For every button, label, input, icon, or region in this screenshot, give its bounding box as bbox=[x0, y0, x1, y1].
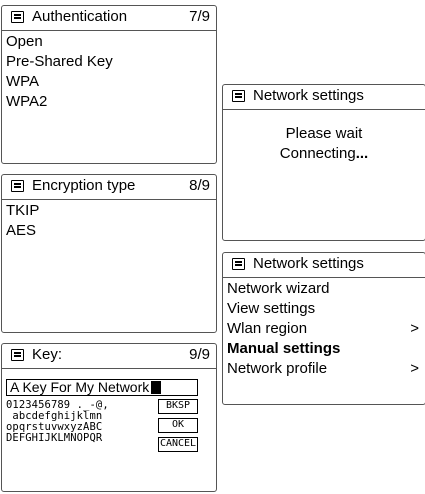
progress-dots: ... bbox=[355, 145, 369, 162]
encryption-type-screen: Encryption type 8/9 TKIP AES bbox=[1, 174, 217, 333]
key-entry-screen: Key: 9/9 A Key For My Network 0123456789… bbox=[1, 343, 217, 492]
item-counter: 7/9 bbox=[189, 8, 210, 25]
backspace-button[interactable]: BKSP bbox=[158, 399, 198, 414]
screen-title: Authentication bbox=[32, 8, 128, 25]
menu-item-view-settings[interactable]: View settings bbox=[227, 299, 421, 319]
menu-icon bbox=[11, 349, 24, 361]
menu-item-wlan-region[interactable]: Wlan region > bbox=[227, 319, 421, 339]
connecting-line: Connecting... bbox=[223, 144, 425, 164]
menu-item-network-wizard[interactable]: Network wizard bbox=[227, 279, 421, 299]
menu-item-open[interactable]: Open bbox=[6, 32, 212, 52]
connecting-text: Connecting bbox=[279, 145, 356, 162]
menu-item-wpa2[interactable]: WPA2 bbox=[6, 92, 212, 112]
menu-item-label: Network profile bbox=[227, 360, 328, 377]
network-settings-screen: Network settings Network wizard View set… bbox=[222, 252, 425, 405]
chevron-right-icon: > bbox=[410, 320, 419, 337]
menu-item-pre-shared-key[interactable]: Pre-Shared Key bbox=[6, 52, 212, 72]
menu-item-label: Manual settings bbox=[227, 340, 341, 357]
screen-title: Network settings bbox=[253, 87, 364, 104]
screen-title: Key: bbox=[32, 346, 63, 363]
menu-icon bbox=[11, 11, 24, 23]
character-grid[interactable]: 0123456789 ._-@, abcdefghijklmn opqrstuvw… bbox=[6, 400, 109, 444]
item-counter: 9/9 bbox=[189, 346, 210, 363]
char-row[interactable]: DEFGHIJKLMNOPQR bbox=[6, 433, 109, 444]
menu-item-manual-settings[interactable]: Manual settings bbox=[227, 339, 421, 359]
menu-list: Network wizard View settings Wlan region… bbox=[227, 279, 421, 379]
authentication-screen: Authentication 7/9 Open Pre-Shared Key W… bbox=[1, 5, 217, 164]
screen-header: Network settings bbox=[223, 85, 425, 110]
screen-header: Network settings bbox=[223, 253, 425, 278]
connecting-screen: Network settings Please wait Connecting.… bbox=[222, 84, 425, 241]
menu-item-aes[interactable]: AES bbox=[6, 221, 212, 241]
menu-item-wpa[interactable]: WPA bbox=[6, 72, 212, 92]
key-input[interactable]: A Key For My Network bbox=[6, 379, 198, 396]
menu-list: TKIP AES bbox=[6, 201, 212, 241]
chevron-right-icon: > bbox=[410, 360, 419, 377]
menu-item-tkip[interactable]: TKIP bbox=[6, 201, 212, 221]
menu-item-label: Wlan region bbox=[227, 320, 308, 337]
status-message: Please wait Connecting... bbox=[223, 124, 425, 164]
menu-icon bbox=[11, 180, 24, 192]
screen-title: Encryption type bbox=[32, 177, 136, 194]
menu-icon bbox=[232, 90, 245, 102]
please-wait-text: Please wait bbox=[285, 125, 363, 142]
menu-item-network-profile[interactable]: Network profile > bbox=[227, 359, 421, 379]
menu-list: Open Pre-Shared Key WPA WPA2 bbox=[6, 32, 212, 112]
screen-header: Key: 9/9 bbox=[2, 344, 216, 369]
key-value: A Key For My Network bbox=[10, 379, 150, 395]
screen-header: Encryption type 8/9 bbox=[2, 175, 216, 200]
menu-icon bbox=[232, 258, 245, 270]
ok-button[interactable]: OK bbox=[158, 418, 198, 433]
screen-header: Authentication 7/9 bbox=[2, 6, 216, 31]
cancel-button[interactable]: CANCEL bbox=[158, 437, 198, 452]
screen-title: Network settings bbox=[253, 255, 364, 272]
menu-item-label: View settings bbox=[227, 300, 316, 317]
menu-item-label: Network wizard bbox=[227, 280, 330, 297]
item-counter: 8/9 bbox=[189, 177, 210, 194]
text-cursor bbox=[151, 381, 162, 394]
